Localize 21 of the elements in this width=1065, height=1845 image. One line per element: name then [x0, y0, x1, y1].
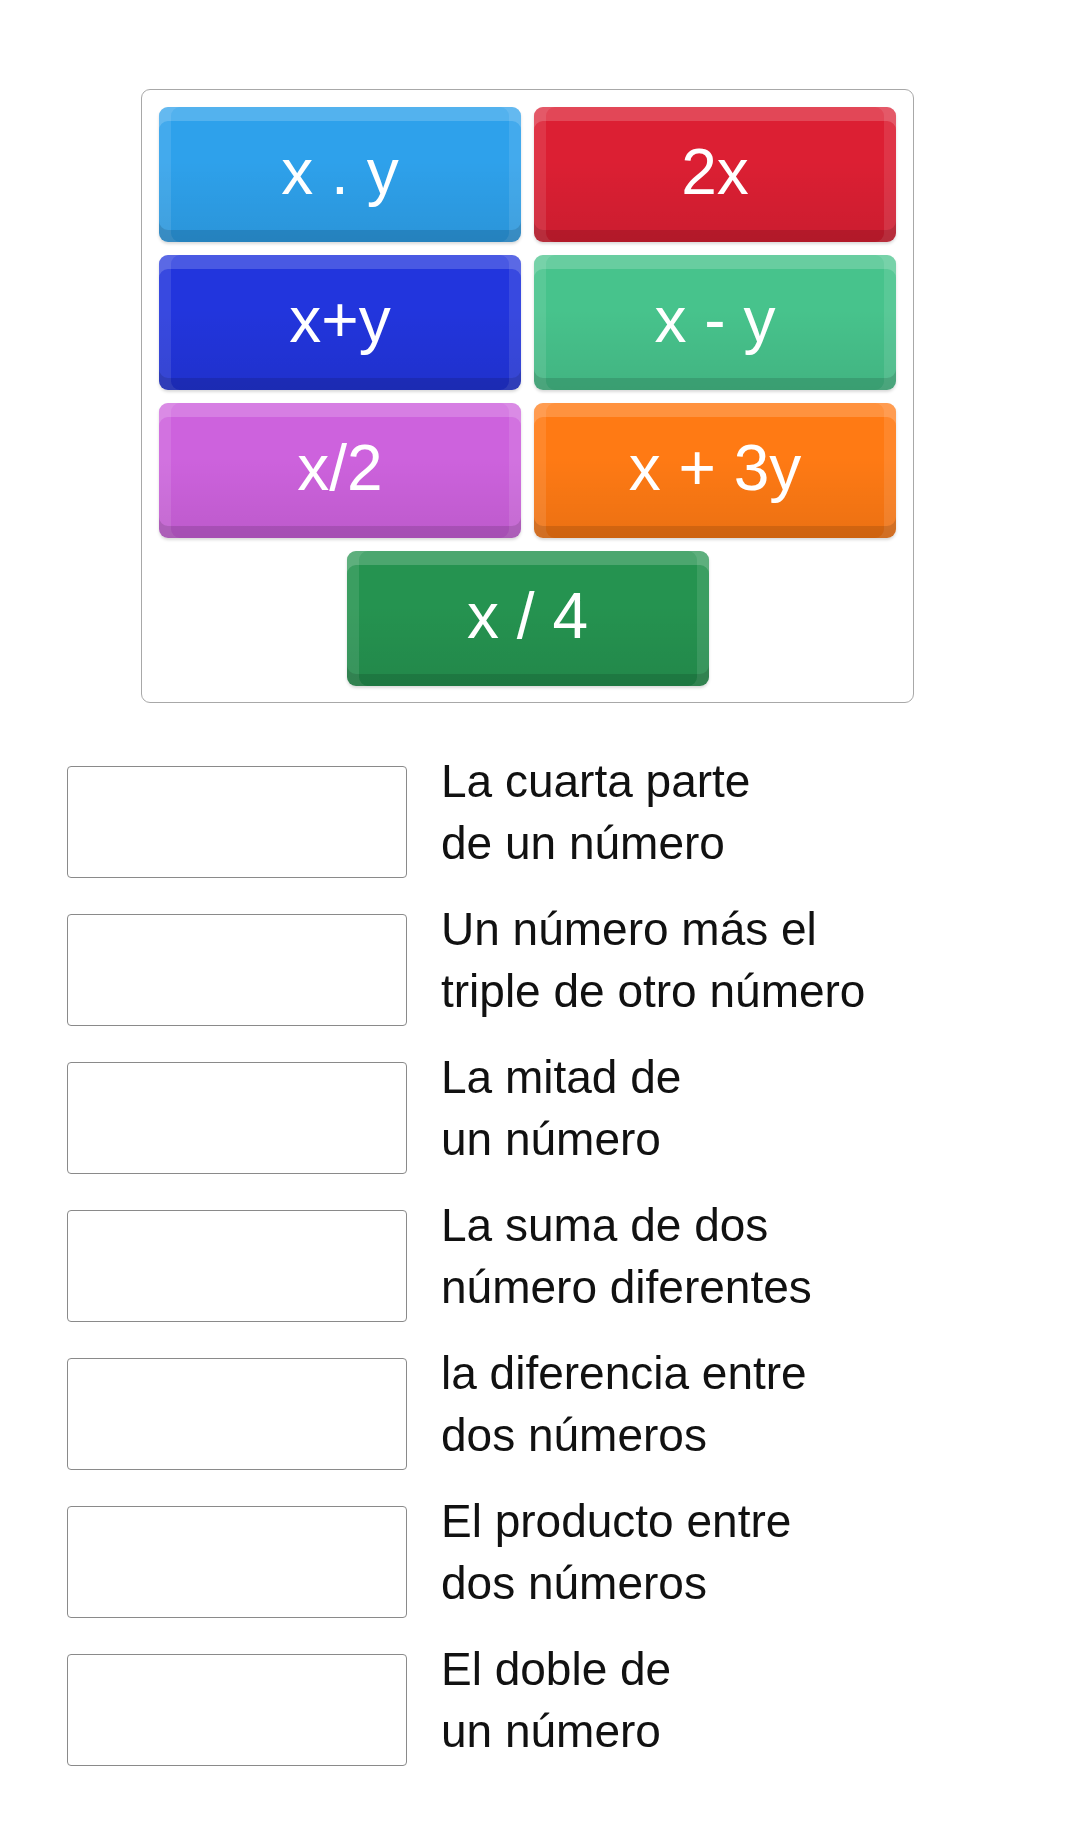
clue-text: Un número más el triple de otro número — [441, 902, 866, 1019]
answer-tile[interactable]: x / 4 — [346, 551, 709, 686]
answer-box[interactable] — [67, 1506, 407, 1618]
clue-text: La cuarta parte de un número — [441, 754, 751, 871]
answer-tile[interactable]: 2x — [534, 107, 896, 242]
answer-box[interactable] — [67, 1358, 407, 1470]
answer-tile[interactable]: x . y — [159, 107, 521, 242]
answer-box[interactable] — [67, 766, 407, 878]
answer-box[interactable] — [67, 914, 407, 1026]
answer-tile[interactable]: x + 3y — [534, 403, 896, 538]
clue-text: El producto entre dos números — [441, 1494, 792, 1611]
answer-tile[interactable]: x - y — [534, 255, 896, 390]
clue-text: La suma de dos número diferentes — [441, 1198, 812, 1315]
answer-box[interactable] — [67, 1210, 407, 1322]
clue-text: la diferencia entre dos números — [441, 1346, 807, 1463]
answer-tile[interactable]: x/2 — [159, 403, 521, 538]
answer-tile[interactable]: x+y — [159, 255, 521, 390]
answer-box[interactable] — [67, 1062, 407, 1174]
clue-text: La mitad de un número — [441, 1050, 682, 1167]
answer-box[interactable] — [67, 1654, 407, 1766]
clue-text: El doble de un número — [441, 1642, 672, 1759]
